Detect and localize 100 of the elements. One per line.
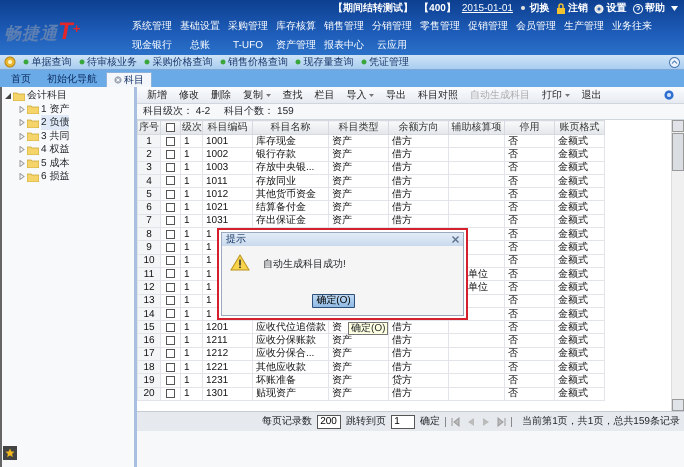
tree-item[interactable]: 会计科目 [27,88,67,104]
menu-item[interactable]: 业务往来 [608,19,656,34]
checkbox[interactable] [166,256,175,266]
collapse-icon[interactable] [669,56,680,68]
toolbar-button[interactable]: 退出 [576,88,608,102]
menu-item[interactable]: 基础设置 [176,19,224,34]
checkbox[interactable] [166,230,175,239]
table-cell: 借方 [388,134,448,148]
menu-item[interactable]: T-UFO [224,38,272,53]
row-number: 7 [138,214,160,228]
switch-link[interactable]: 切换 [530,1,550,16]
table-cell: 贷方 [388,374,448,388]
tree-item[interactable]: 3 共同 [41,128,70,144]
favorites-button[interactable] [3,446,17,460]
checkbox[interactable] [166,309,175,318]
tree-item[interactable]: 6 损益 [41,169,70,184]
checkbox[interactable] [166,150,175,159]
menu-item[interactable]: 系统管理 [128,19,176,34]
column-header[interactable]: 序号 [138,120,160,134]
table-cell: 1021 [202,200,252,214]
toolbar-button[interactable]: 导出 [380,88,412,102]
checkbox[interactable] [166,216,175,226]
toolbar-button[interactable]: 栏目 [308,88,340,102]
toolbar-button[interactable]: 查找 [276,88,308,102]
toolbar-button[interactable]: 删除 [205,88,237,102]
column-header[interactable]: 辅助核算项 [448,120,504,134]
ok-button[interactable]: 确定(O) [312,294,355,308]
checkbox[interactable] [166,122,175,132]
quick-link[interactable]: 采购价格查询 [152,54,212,70]
row-number: 5 [138,188,160,201]
menu-item[interactable]: 报表中心 [320,38,368,53]
page-field[interactable]: 1 [391,414,416,428]
quick-link[interactable]: 销售价格查询 [228,54,288,70]
column-header[interactable]: 停用 [504,120,554,134]
menu-item[interactable]: 现金银行 [128,38,176,53]
column-header[interactable]: 余额方向 [388,120,448,134]
tab[interactable]: 初始化导航 [40,72,104,87]
page-size-field[interactable]: 200 [317,414,342,428]
menu-item[interactable]: 生产管理 [560,19,608,34]
expand-icon[interactable] [5,92,11,99]
tab[interactable]: 科目 [106,72,152,87]
menu-item[interactable]: 促销管理 [464,19,512,34]
menu-item[interactable]: 零售管理 [416,19,464,34]
gear-link[interactable]: 设置 [606,1,626,16]
checkbox[interactable] [166,282,175,292]
table-cell: 1211 [202,334,252,348]
quick-link[interactable]: 现存量查询 [304,54,354,70]
column-header[interactable]: 科目名称 [252,120,328,134]
menu-item[interactable]: 会员管理 [512,19,560,34]
menu-item[interactable]: 销售管理 [320,19,368,34]
scrollbar[interactable] [671,120,684,411]
toolbar-button[interactable]: 打印 [536,88,576,102]
checkbox[interactable] [166,163,175,172]
checkbox[interactable] [166,376,175,385]
table-cell: 借方 [388,188,448,201]
toolbar-button[interactable]: 新增 [141,88,173,102]
menu-item[interactable]: 分销管理 [368,19,416,34]
toolbar-button[interactable]: 科目对照 [412,88,464,102]
tree-item[interactable]: 1 资产 [41,102,70,117]
help-link[interactable]: 帮助 [645,1,665,16]
column-header[interactable]: 科目类型 [328,120,388,134]
table-cell: 1301 [202,387,252,400]
table-cell: 否 [504,347,554,361]
tab[interactable]: 首页 [4,72,38,87]
confirm-link[interactable]: 确定 [420,414,440,429]
quick-link[interactable]: 待审核业务 [87,54,137,70]
column-header[interactable]: 科目编码 [202,120,252,134]
menu-item[interactable]: 采购管理 [224,19,272,34]
checkbox[interactable] [166,336,175,345]
quick-link[interactable]: 凭证管理 [369,54,409,70]
close-icon[interactable] [452,236,459,243]
menu-item[interactable]: 云应用 [368,38,416,53]
menu-item[interactable]: 库存核算 [272,19,320,34]
checkbox[interactable] [166,136,175,146]
checkbox[interactable] [166,242,175,252]
date-link[interactable]: 2015-01-01 [462,1,513,16]
column-header[interactable]: 账页格式 [554,120,604,134]
toolbar-button[interactable]: 修改 [173,88,205,102]
tree-item[interactable]: 5 成本 [41,156,70,171]
table-cell: 1 [180,174,202,188]
toolbar-button[interactable]: 复制 [237,88,276,102]
toolbar-button[interactable]: 导入 [340,88,380,102]
quick-link[interactable]: 单据查询 [32,54,72,70]
checkbox[interactable] [166,296,175,306]
tree-item[interactable]: 4 权益 [41,142,70,158]
tree-item[interactable]: 2 负债 [41,115,70,130]
caret-icon[interactable] [671,6,678,11]
menu-item[interactable]: 总账 [176,38,224,53]
column-header[interactable]: 级次 [180,120,202,134]
lock-link[interactable]: 注销 [568,1,588,16]
menu-item[interactable]: 资产管理 [272,38,320,53]
checkbox[interactable] [166,269,175,278]
divider [511,416,512,426]
checkbox[interactable] [166,362,175,372]
checkbox[interactable] [166,190,175,199]
checkbox[interactable] [166,202,175,212]
checkbox[interactable] [166,176,175,186]
checkbox[interactable] [166,389,175,398]
checkbox[interactable] [166,322,175,332]
checkbox[interactable] [166,349,175,358]
